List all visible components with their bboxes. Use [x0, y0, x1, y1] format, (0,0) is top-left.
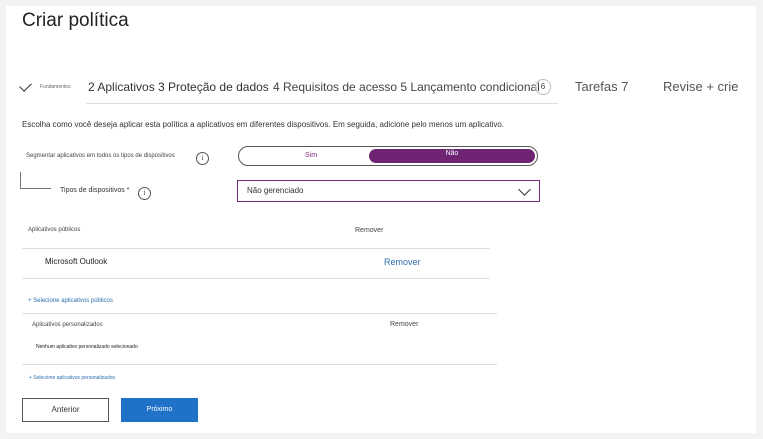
next-button[interactable]: Próximo — [121, 398, 198, 422]
wizard-steps: Fundamentos 2 Aplicativos 3 Proteção de … — [0, 78, 763, 98]
info-icon[interactable]: i — [196, 152, 209, 165]
page-title: Criar política — [22, 10, 129, 31]
step-review-create[interactable]: Revise + crie — [663, 79, 739, 94]
divider — [22, 364, 497, 365]
custom-apps-header: Aplicativos personalizados — [32, 322, 103, 328]
chevron-down-icon — [518, 183, 531, 196]
custom-apps-remove-header: Remover — [390, 321, 419, 328]
divider — [22, 313, 497, 314]
public-app-name: Microsoft Outlook — [45, 257, 108, 266]
divider — [22, 278, 490, 279]
public-apps-header: Aplicativos públicos — [28, 227, 81, 233]
step-basics[interactable]: Fundamentos — [40, 84, 71, 90]
wizard-panel — [6, 6, 756, 433]
step-assignments[interactable]: Tarefas 7 — [575, 79, 628, 94]
segment-label: Segmentar aplicativos em todos os tipos … — [26, 153, 175, 159]
device-types-value: Não gerenciado — [247, 186, 304, 195]
step-6-number: 6 — [535, 79, 551, 95]
info-icon[interactable]: i — [138, 187, 151, 200]
step-access-conditional-launch[interactable]: 4 Requisitos de acesso 5 Lançamento cond… — [273, 80, 540, 94]
remove-outlook-link[interactable]: Remover — [384, 257, 421, 267]
device-types-label: Tipos de dispositivos * — [60, 187, 130, 194]
page-description: Escolha como você deseja aplicar esta po… — [22, 120, 505, 129]
divider — [22, 248, 490, 249]
device-types-dropdown[interactable]: Não gerenciado — [237, 180, 540, 202]
toggle-option-no[interactable]: Não — [369, 149, 535, 163]
toggle-option-yes[interactable]: Sim — [305, 152, 317, 159]
segment-toggle[interactable]: Sim Não — [238, 146, 538, 166]
select-public-apps-link[interactable]: + Selecione aplicativos públicos — [28, 298, 113, 304]
tree-connector — [20, 172, 51, 189]
public-apps-remove-header: Remover — [355, 227, 384, 234]
custom-apps-empty-text: Nenhum aplicativo personalizado selecion… — [36, 344, 138, 350]
select-custom-apps-link[interactable]: + Selecione aplicativos personalizados — [29, 375, 115, 381]
step-apps-data-protection[interactable]: 2 Aplicativos 3 Proteção de dados — [88, 80, 269, 94]
steps-divider — [86, 103, 558, 104]
previous-button[interactable]: Anterior — [22, 398, 109, 422]
check-icon — [19, 79, 32, 92]
